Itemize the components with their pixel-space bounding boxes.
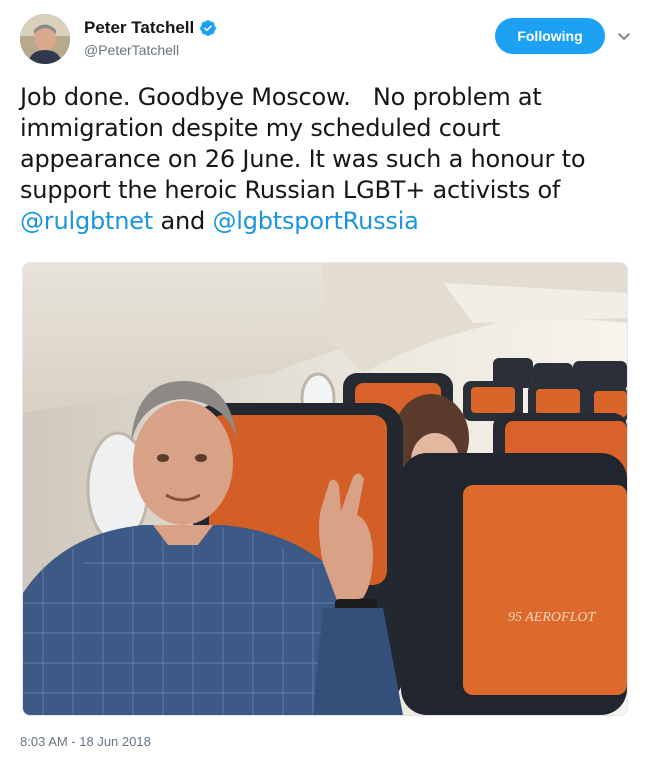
mention-link-rulgbtnet[interactable]: @rulgbtnet — [20, 207, 153, 235]
tweet-text: Job done. Goodbye Moscow. No problem at … — [20, 82, 632, 237]
tweet-text-part1: Job done. Goodbye Moscow. No problem at … — [20, 83, 593, 204]
mention-link-lgbtsportrussia[interactable]: @lgbtsportRussia — [212, 207, 418, 235]
author-avatar[interactable] — [20, 14, 70, 64]
author-handle[interactable]: @PeterTatchell — [84, 41, 217, 59]
verified-badge-icon — [199, 19, 217, 37]
tweet-text-part2: and — [153, 207, 213, 235]
tweet-timestamp[interactable]: 8:03 AM - 18 Jun 2018 — [20, 734, 151, 749]
tweet-photo[interactable]: 95 AEROFLOT — [22, 262, 628, 716]
tweet-header: Peter Tatchell @PeterTatchell Following — [20, 14, 630, 66]
author-display-name[interactable]: Peter Tatchell — [84, 18, 194, 38]
author-info: Peter Tatchell @PeterTatchell — [84, 18, 217, 59]
seat-logo-text: 95 AEROFLOT — [508, 610, 596, 625]
following-button[interactable]: Following — [495, 18, 605, 54]
chevron-down-icon[interactable] — [616, 28, 632, 44]
